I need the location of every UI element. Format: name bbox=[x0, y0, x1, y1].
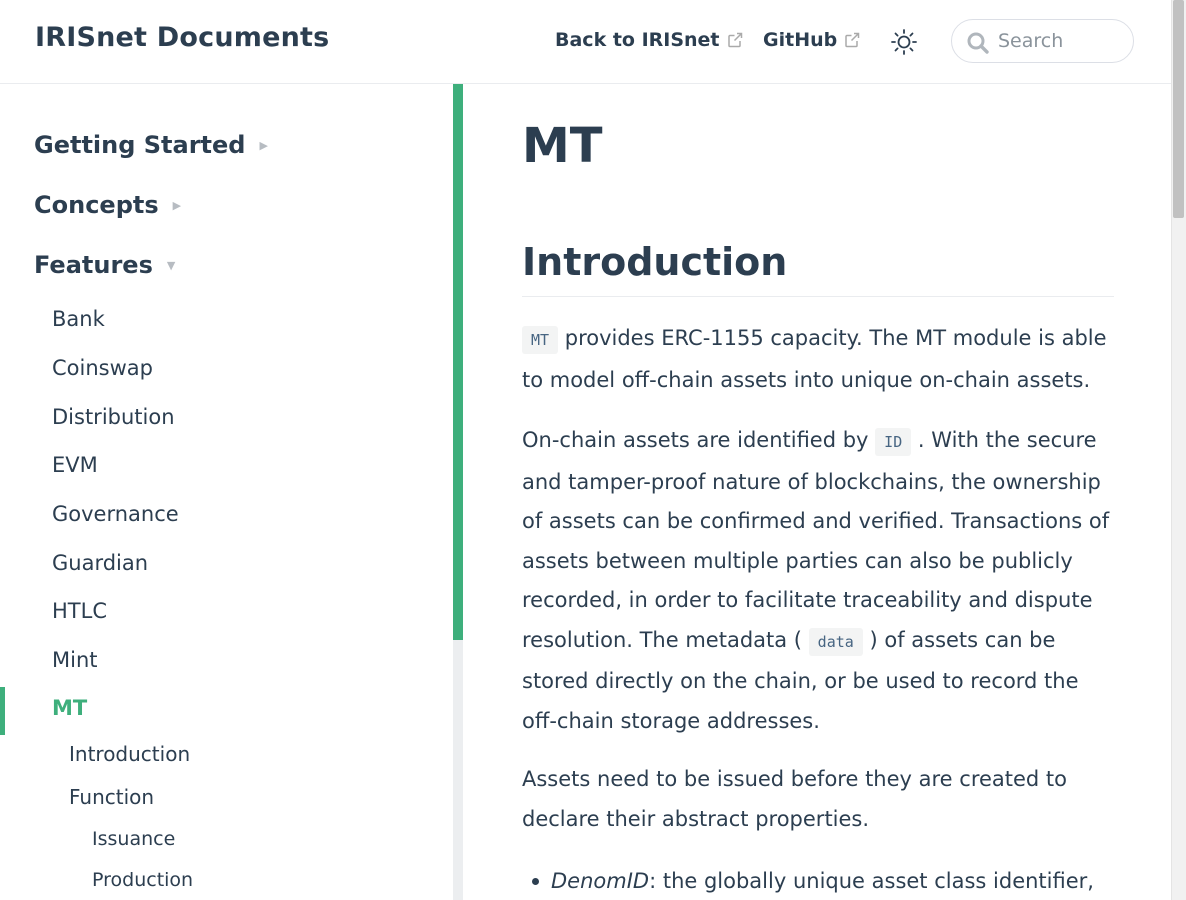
caret-right-icon: ▶ bbox=[259, 138, 268, 152]
sun-icon[interactable] bbox=[890, 28, 918, 56]
sidebar-subsubitem-production[interactable]: Production bbox=[92, 869, 193, 891]
sidebar-item-htlc[interactable]: HTLC bbox=[52, 599, 107, 623]
external-link-icon bbox=[845, 32, 860, 48]
sidebar-subitem-function[interactable]: Function bbox=[69, 785, 154, 809]
list-item-denomid: DenomID: the globally unique asset class… bbox=[532, 862, 1114, 900]
page-title: MT bbox=[522, 118, 603, 174]
sidebar-item-evm[interactable]: EVM bbox=[52, 453, 98, 477]
sidebar-group-label: Features bbox=[34, 251, 153, 279]
main-content: MT Introduction MT provides ERC-1155 cap… bbox=[522, 84, 1114, 900]
nav-link-label: Back to IRISnet bbox=[555, 29, 720, 51]
external-link-icon bbox=[727, 32, 742, 48]
sidebar-item-mt[interactable]: MT bbox=[52, 696, 87, 720]
paragraph-text: . With the secure and tamper-proof natur… bbox=[522, 428, 1110, 652]
sidebar-item-mint[interactable]: Mint bbox=[52, 648, 98, 672]
github-link[interactable]: GitHub bbox=[763, 29, 860, 51]
sidebar-scrollbar-thumb[interactable] bbox=[453, 84, 463, 640]
sidebar: Getting Started ▶ Concepts ▶ Features ▼ … bbox=[0, 84, 453, 900]
search-input[interactable] bbox=[998, 29, 1118, 53]
list-item-text: : the globally unique asset class identi… bbox=[649, 869, 1094, 893]
caret-right-icon: ▶ bbox=[172, 198, 182, 212]
active-indicator bbox=[0, 687, 5, 735]
sidebar-item-bank[interactable]: Bank bbox=[52, 307, 105, 331]
inline-code: data bbox=[808, 627, 863, 656]
sidebar-group-getting-started[interactable]: Getting Started ▶ bbox=[34, 131, 268, 159]
term: DenomID bbox=[551, 869, 650, 893]
back-to-irisnet-link[interactable]: Back to IRISnet bbox=[555, 29, 743, 51]
paragraph-issuance-note: Assets need to be issued before they are… bbox=[522, 767, 1068, 831]
section-heading-introduction: Introduction bbox=[522, 238, 1114, 297]
sidebar-group-features[interactable]: Features ▼ bbox=[34, 251, 175, 279]
paragraph-intro: MT provides ERC-1155 capacity. The MT mo… bbox=[522, 319, 1114, 400]
sidebar-subitem-introduction[interactable]: Introduction bbox=[69, 742, 190, 766]
search-box[interactable] bbox=[951, 19, 1134, 63]
sidebar-group-concepts[interactable]: Concepts ▶ bbox=[34, 191, 181, 219]
window-scrollbar-thumb[interactable] bbox=[1173, 0, 1184, 218]
search-icon bbox=[967, 32, 989, 54]
sidebar-group-label: Getting Started bbox=[34, 131, 246, 159]
inline-code: MT bbox=[522, 326, 559, 354]
inline-code: ID bbox=[875, 428, 912, 456]
nav-link-label: GitHub bbox=[763, 29, 838, 51]
sidebar-item-distribution[interactable]: Distribution bbox=[52, 405, 175, 429]
paragraph-on-chain: On-chain assets are identified by ID . W… bbox=[522, 421, 1114, 741]
sidebar-item-coinswap[interactable]: Coinswap bbox=[52, 356, 153, 380]
site-name-link[interactable]: IRISnet Documents bbox=[35, 22, 329, 53]
bullet-icon bbox=[532, 878, 539, 885]
caret-down-icon: ▼ bbox=[166, 258, 176, 272]
navbar: IRISnet Documents Back to IRISnet GitHub bbox=[0, 0, 1171, 84]
paragraph-text: provides ERC-1155 capacity. The MT modul… bbox=[522, 326, 1107, 392]
sidebar-item-guardian[interactable]: Guardian bbox=[52, 551, 148, 575]
sidebar-item-governance[interactable]: Governance bbox=[52, 502, 179, 526]
sidebar-subsubitem-issuance[interactable]: Issuance bbox=[92, 828, 175, 850]
sidebar-group-label: Concepts bbox=[34, 191, 159, 219]
paragraph-text: On-chain assets are identified by bbox=[522, 428, 876, 452]
